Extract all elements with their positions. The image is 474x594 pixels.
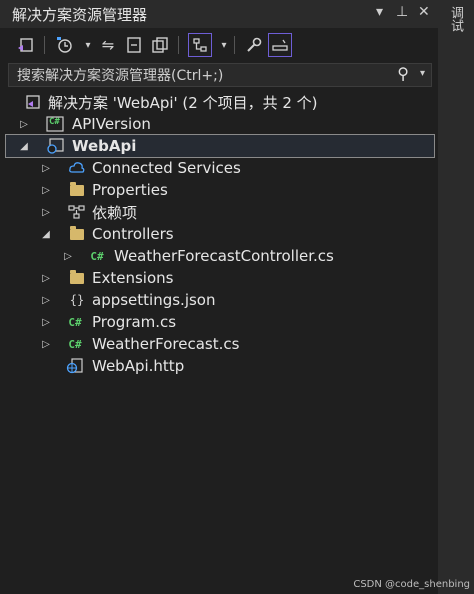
tree-item-dependencies[interactable]: ▷ 依赖项 [0,201,438,223]
expand-arrow-icon[interactable]: ▷ [40,163,52,174]
tree-item-solution[interactable]: 解决方案 'WebApi' (2 个项目，共 2 个) [0,91,438,113]
toolbar-separator [234,36,235,54]
tree-item-label: WebApi [72,137,137,155]
watermark: CSDN @code_shenbing [353,579,470,590]
web-project-icon [46,137,64,155]
close-icon[interactable]: ✕ [418,4,430,20]
expand-arrow-icon[interactable]: ▷ [40,295,52,306]
side-tool-strip: 调试 [438,0,474,594]
csharp-file-icon: C# [68,337,82,351]
tree-item-label: 依赖项 [92,203,138,222]
tree-item-label: WeatherForecastController.cs [114,247,334,265]
tracking-dropdown-icon[interactable]: ▾ [212,33,236,57]
json-file-icon: {} [69,293,85,307]
dependencies-icon [68,203,86,221]
tree-item-webapi[interactable]: ◢ WebApi [5,134,435,158]
switch-views-icon[interactable] [14,33,38,57]
tree-item-weatherforecast[interactable]: ▷ C# WeatherForecast.cs [0,333,438,355]
toolbar-separator [178,36,179,54]
history-icon[interactable] [52,33,76,57]
properties-wrench-icon[interactable] [242,33,266,57]
sync-icon[interactable]: ⇋ [96,33,120,57]
title-bar: 解决方案资源管理器 ▾ ⊥ ✕ [0,0,438,28]
folder-icon [68,269,86,287]
http-file-icon [66,357,84,375]
tree-item-label: 解决方案 'WebApi' (2 个项目，共 2 个) [48,93,318,112]
cloud-service-icon [68,159,86,177]
toolbar: ▾ ⇋ ▾ [0,28,438,62]
tree-item-controllers[interactable]: ◢ Controllers [0,223,438,245]
tree-item-label: appsettings.json [92,291,216,309]
csharp-file-icon: C# [68,315,82,329]
tree-item-label: APIVersion [72,115,151,133]
tree-item-label: Controllers [92,225,174,243]
side-tab-label[interactable]: 调试 [446,6,465,32]
collapse-arrow-icon[interactable]: ◢ [40,229,52,240]
csharp-project-icon: C# [46,115,64,133]
tree-item-label: Program.cs [92,313,177,331]
expand-arrow-icon[interactable]: ▷ [40,339,52,350]
expand-arrow-icon[interactable]: ▷ [40,317,52,328]
collapse-arrow-icon[interactable]: ◢ [18,141,30,152]
expand-arrow-icon[interactable]: ▷ [62,251,74,262]
tree-item-label: Properties [92,181,168,199]
chevron-down-icon[interactable]: ▾ [376,4,383,20]
expand-arrow-icon[interactable]: ▷ [40,207,52,218]
tree-item-program[interactable]: ▷ C# Program.cs [0,311,438,333]
tree-item-connected-services[interactable]: ▷ Connected Services [0,157,438,179]
expand-arrow-icon[interactable]: ▷ [40,185,52,196]
search-options-dropdown-icon[interactable]: ▾ [420,68,425,79]
pin-icon[interactable]: ⊥ [396,4,408,20]
tracking-icon[interactable] [188,33,212,57]
tree-item-properties[interactable]: ▷ Properties [0,179,438,201]
panel-title: 解决方案资源管理器 [12,6,148,24]
csharp-file-icon: C# [90,249,104,263]
tree-item-label: WebApi.http [92,357,185,375]
search-box: ⚲ ▾ [8,63,432,87]
tree-item-apiversion[interactable]: ▷ C# APIVersion [0,113,438,135]
tree-item-webapi-http[interactable]: WebApi.http [0,355,438,377]
solution-explorer-panel: 解决方案资源管理器 ▾ ⊥ ✕ ▾ ⇋ ▾ 搜索解决方案资源管理器(Ctrl+;… [0,0,438,594]
tree-item-label: Connected Services [92,159,241,177]
tree-item-label: Extensions [92,269,174,287]
preview-icon[interactable] [268,33,292,57]
solution-icon [24,93,42,111]
expand-arrow-icon[interactable]: ▷ [18,119,30,130]
tree-item-weatherforecastcontroller[interactable]: ▷ C# WeatherForecastController.cs [0,245,438,267]
collapse-all-icon[interactable] [122,33,146,57]
show-all-files-icon[interactable] [148,33,172,57]
search-icon[interactable]: ⚲ [397,64,409,83]
tree-item-extensions[interactable]: ▷ Extensions [0,267,438,289]
toolbar-separator [44,36,45,54]
expand-arrow-icon[interactable]: ▷ [40,273,52,284]
properties-folder-icon [68,181,86,199]
tree-item-label: WeatherForecast.cs [92,335,240,353]
search-input[interactable] [15,65,399,87]
tree-item-appsettings[interactable]: ▷ {} appsettings.json [0,289,438,311]
folder-icon [68,225,86,243]
